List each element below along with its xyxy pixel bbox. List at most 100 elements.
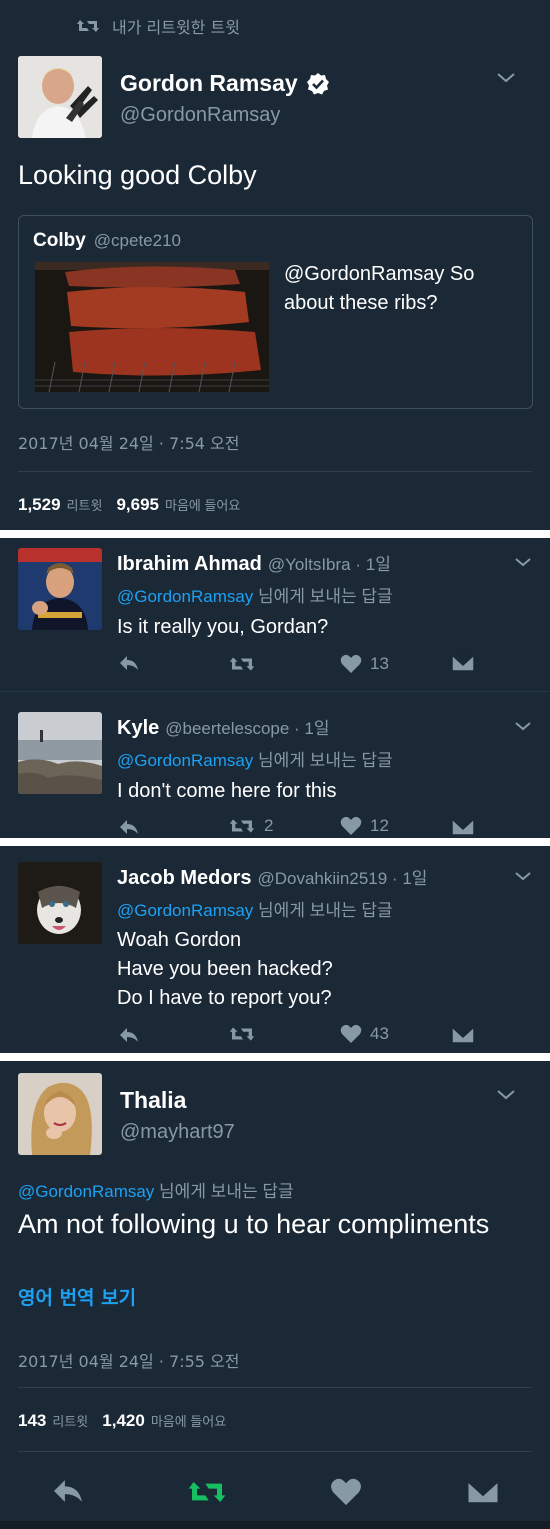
reply-button[interactable] xyxy=(118,1026,140,1044)
tweet-timestamp[interactable]: 2017년 04월 24일 · 7:54 오전 xyxy=(18,430,239,454)
author-name[interactable]: Gordon Ramsay xyxy=(120,70,330,97)
tweet-stats: 1,529 리트윗 9,695 마음에 들어요 xyxy=(18,495,254,515)
reply-line: Is it really you, Gordan? xyxy=(117,616,329,638)
retweet-button[interactable] xyxy=(228,654,256,674)
retweet-icon xyxy=(229,657,255,671)
dm-icon xyxy=(466,1479,500,1505)
reply-card[interactable]: Ibrahim Ahmad @YoltsIbra · 1일 @GordonRam… xyxy=(0,538,550,838)
retweet-button[interactable]: 2 xyxy=(228,816,273,836)
author-handle[interactable]: @beertelescope · 1일 xyxy=(165,714,329,739)
author-name[interactable]: Ibrahim Ahmad xyxy=(117,553,262,576)
divider xyxy=(18,471,532,472)
reply-to-line: @GordonRamsay 님에게 보내는 답글 xyxy=(117,582,393,607)
avatar[interactable] xyxy=(18,548,102,630)
retweet-count: 2 xyxy=(264,816,274,835)
author-handle[interactable]: @mayhart97 xyxy=(120,1121,235,1144)
like-button[interactable]: 13 xyxy=(340,654,389,674)
author-handle[interactable]: @YoltsIbra · 1일 xyxy=(268,550,391,575)
separator xyxy=(0,838,550,846)
quote-text: @GordonRamsay So about these ribs? xyxy=(284,263,475,314)
retweet-count-label: 리트윗 xyxy=(52,1414,89,1429)
chevron-down-icon[interactable] xyxy=(513,870,533,882)
dm-button[interactable] xyxy=(451,654,475,672)
reply-icon xyxy=(120,656,138,670)
heart-icon xyxy=(340,816,362,835)
reply-line: I don't come here for this xyxy=(117,780,337,802)
separator xyxy=(0,530,550,538)
dm-icon xyxy=(451,818,475,836)
reply-text: I don't come here for this xyxy=(117,777,336,806)
tweet-text: Am not following u to hear compliments xyxy=(18,1209,490,1239)
divider xyxy=(18,1387,532,1388)
reply-button[interactable] xyxy=(118,818,140,836)
reply-to-line: @GordonRamsay 님에게 보내는 답글 xyxy=(18,1177,294,1202)
reply-to-mention[interactable]: @GordonRamsay xyxy=(117,751,253,770)
retweet-count-label: 리트윗 xyxy=(66,498,103,513)
tweet-timestamp[interactable]: 2017년 04월 24일 · 7:55 오전 xyxy=(18,1348,239,1372)
retweet-icon xyxy=(77,20,99,32)
reply-icon xyxy=(120,1028,138,1042)
quote-image[interactable] xyxy=(35,262,269,392)
like-count[interactable]: 9,695 xyxy=(116,495,159,515)
heart-icon xyxy=(340,1024,362,1043)
like-count-label: 마음에 들어요 xyxy=(164,498,241,513)
reply-line: Woah Gordon xyxy=(117,929,242,951)
author-handle[interactable]: @Dovahkiin2519 · 1일 xyxy=(257,864,427,889)
dm-button[interactable] xyxy=(451,1026,475,1044)
reply-button[interactable] xyxy=(118,654,140,672)
dm-button[interactable] xyxy=(466,1479,500,1505)
author-name[interactable]: Thalia xyxy=(120,1087,186,1114)
reply-to-mention[interactable]: @GordonRamsay xyxy=(18,1182,154,1201)
reply-to-suffix: 님에게 보내는 답글 xyxy=(253,901,393,920)
dm-button[interactable] xyxy=(451,818,475,836)
chevron-down-icon[interactable] xyxy=(496,1089,516,1101)
avatar[interactable] xyxy=(18,712,102,794)
dm-icon xyxy=(451,654,475,672)
like-count[interactable]: 1,420 xyxy=(102,1411,145,1431)
chevron-down-icon[interactable] xyxy=(513,556,533,568)
tweet-stats: 143 리트윗 1,420 마음에 들어요 xyxy=(18,1411,240,1431)
reply-icon xyxy=(54,1480,82,1502)
reply-card[interactable]: Kyle @beertelescope · 1일 @GordonRamsay 님… xyxy=(0,692,550,838)
reply-to-suffix: 님에게 보내는 답글 xyxy=(154,1182,294,1201)
reply-to-line: @GordonRamsay 님에게 보내는 답글 xyxy=(117,896,393,921)
avatar[interactable] xyxy=(18,56,102,138)
reply-to-mention[interactable]: @GordonRamsay xyxy=(117,901,253,920)
reply-to-line: @GordonRamsay 님에게 보내는 답글 xyxy=(117,746,393,771)
quote-author-name: Colby xyxy=(33,230,86,251)
chevron-down-icon[interactable] xyxy=(496,72,516,84)
reply-to-suffix: 님에게 보내는 답글 xyxy=(253,751,393,770)
reply-button[interactable] xyxy=(50,1477,86,1505)
heart-icon xyxy=(340,654,362,673)
reply-line: Have you been hacked? xyxy=(117,958,333,980)
avatar[interactable] xyxy=(18,1073,102,1155)
reply-to-mention[interactable]: @GordonRamsay xyxy=(117,587,253,606)
like-count: 12 xyxy=(370,816,389,835)
tweet-text: Looking good Colby xyxy=(18,160,257,190)
author-name[interactable]: Kyle xyxy=(117,717,159,740)
avatar[interactable] xyxy=(18,862,102,944)
retweet-count[interactable]: 1,529 xyxy=(18,495,61,515)
reply-text: Is it really you, Gordan? xyxy=(117,613,328,642)
quoted-tweet[interactable]: Colby @cpete210 @GordonRamsay So about t… xyxy=(18,215,533,409)
main-tweet-card: 내가 리트윗한 트윗 Gordon Ramsay @GordonRamsay L… xyxy=(0,0,550,530)
retweet-icon xyxy=(229,819,255,833)
like-button[interactable]: 43 xyxy=(340,1024,389,1044)
author-name[interactable]: Jacob Medors xyxy=(117,867,251,890)
retweet-count[interactable]: 143 xyxy=(18,1411,46,1431)
author-handle[interactable]: @GordonRamsay xyxy=(120,104,280,127)
like-count: 13 xyxy=(370,654,389,673)
retweet-button[interactable] xyxy=(228,1024,256,1044)
reply-card[interactable]: Jacob Medors @Dovahkiin2519 · 1일 @Gordon… xyxy=(0,846,550,1053)
translate-link[interactable]: 영어 번역 보기 xyxy=(18,1283,136,1310)
retweet-header-label: 내가 리트윗한 트윗 xyxy=(112,18,240,37)
retweet-button[interactable] xyxy=(186,1477,228,1507)
chevron-down-icon[interactable] xyxy=(513,720,533,732)
reply-line: Do I have to report you? xyxy=(117,987,332,1009)
like-button[interactable]: 12 xyxy=(340,816,389,836)
tweet-detail-card: Thalia @mayhart97 @GordonRamsay 님에게 보내는 … xyxy=(0,1061,550,1521)
like-button[interactable] xyxy=(330,1477,362,1507)
separator xyxy=(0,1053,550,1061)
quote-author-handle: @cpete210 xyxy=(93,231,181,250)
reply-icon xyxy=(120,820,138,834)
